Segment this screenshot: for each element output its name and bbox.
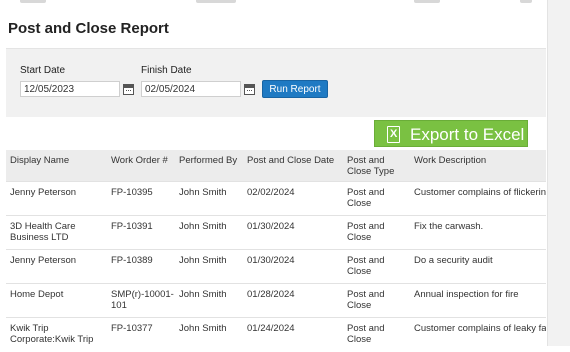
cell-description: Customer complains of flickering [410,181,546,216]
column-header-work-description[interactable]: Work Description [410,150,546,182]
bottom-edge [0,346,570,352]
excel-file-icon: X [387,126,400,143]
start-date-label: Start Date [20,65,66,76]
cell-description: Do a security audit [410,249,546,284]
cell-type: Post and Close [343,249,410,284]
tab-ghost [520,0,532,3]
table-row[interactable]: 3D Health Care Business LTD FP-10391 Joh… [6,215,546,250]
cell-performed-by: John Smith [175,215,243,250]
table-row[interactable]: Jenny Peterson FP-10395 John Smith 02/02… [6,181,546,216]
cell-date: 01/30/2024 [243,249,343,284]
calendar-icon[interactable] [123,84,134,95]
cell-display-name: Home Depot [6,283,107,318]
column-header-post-close-type[interactable]: Post and Close Type [343,150,410,182]
finish-date-label: Finish Date [141,65,192,76]
cell-performed-by: John Smith [175,249,243,284]
column-header-post-close-date[interactable]: Post and Close Date [243,150,343,182]
calendar-icon[interactable] [244,84,255,95]
window-top-edge [0,0,570,6]
cell-type: Post and Close [343,215,410,250]
tab-ghost [20,0,46,3]
table-row[interactable]: Jenny Peterson FP-10389 John Smith 01/30… [6,249,546,284]
cell-type: Post and Close [343,283,410,318]
cell-performed-by: John Smith [175,283,243,318]
right-scroll-panel[interactable] [547,0,570,352]
cell-work-order[interactable]: FP-10389 [107,249,175,284]
start-date-input[interactable] [20,81,120,97]
cell-date: 01/28/2024 [243,283,343,318]
report-table: Display Name Work Order # Performed By P… [6,150,546,352]
tab-ghost [196,0,236,3]
cell-description: Fix the carwash. [410,215,546,250]
cell-work-order[interactable]: FP-10395 [107,181,175,216]
cell-display-name: 3D Health Care Business LTD [6,215,107,250]
export-to-excel-label: Export to Excel [410,125,525,144]
column-header-display-name[interactable]: Display Name [6,150,107,182]
run-report-button[interactable]: Run Report [262,80,328,98]
cell-display-name: Jenny Peterson [6,181,107,216]
page-title: Post and Close Report [8,20,169,37]
tab-ghost [414,0,440,3]
cell-date: 02/02/2024 [243,181,343,216]
cell-display-name: Jenny Peterson [6,249,107,284]
cell-type: Post and Close [343,181,410,216]
table-header-row: Display Name Work Order # Performed By P… [6,150,546,182]
cell-performed-by: John Smith [175,181,243,216]
cell-description: Annual inspection for fire [410,283,546,318]
finish-date-input[interactable] [141,81,241,97]
table-row[interactable]: Home Depot SMP(r)-10001-101 John Smith 0… [6,283,546,318]
column-header-performed-by[interactable]: Performed By [175,150,243,182]
cell-work-order[interactable]: FP-10391 [107,215,175,250]
cell-date: 01/30/2024 [243,215,343,250]
export-to-excel-button[interactable]: X Export to Excel [374,120,528,147]
cell-work-order[interactable]: SMP(r)-10001-101 [107,283,175,318]
column-header-work-order[interactable]: Work Order # [107,150,175,182]
